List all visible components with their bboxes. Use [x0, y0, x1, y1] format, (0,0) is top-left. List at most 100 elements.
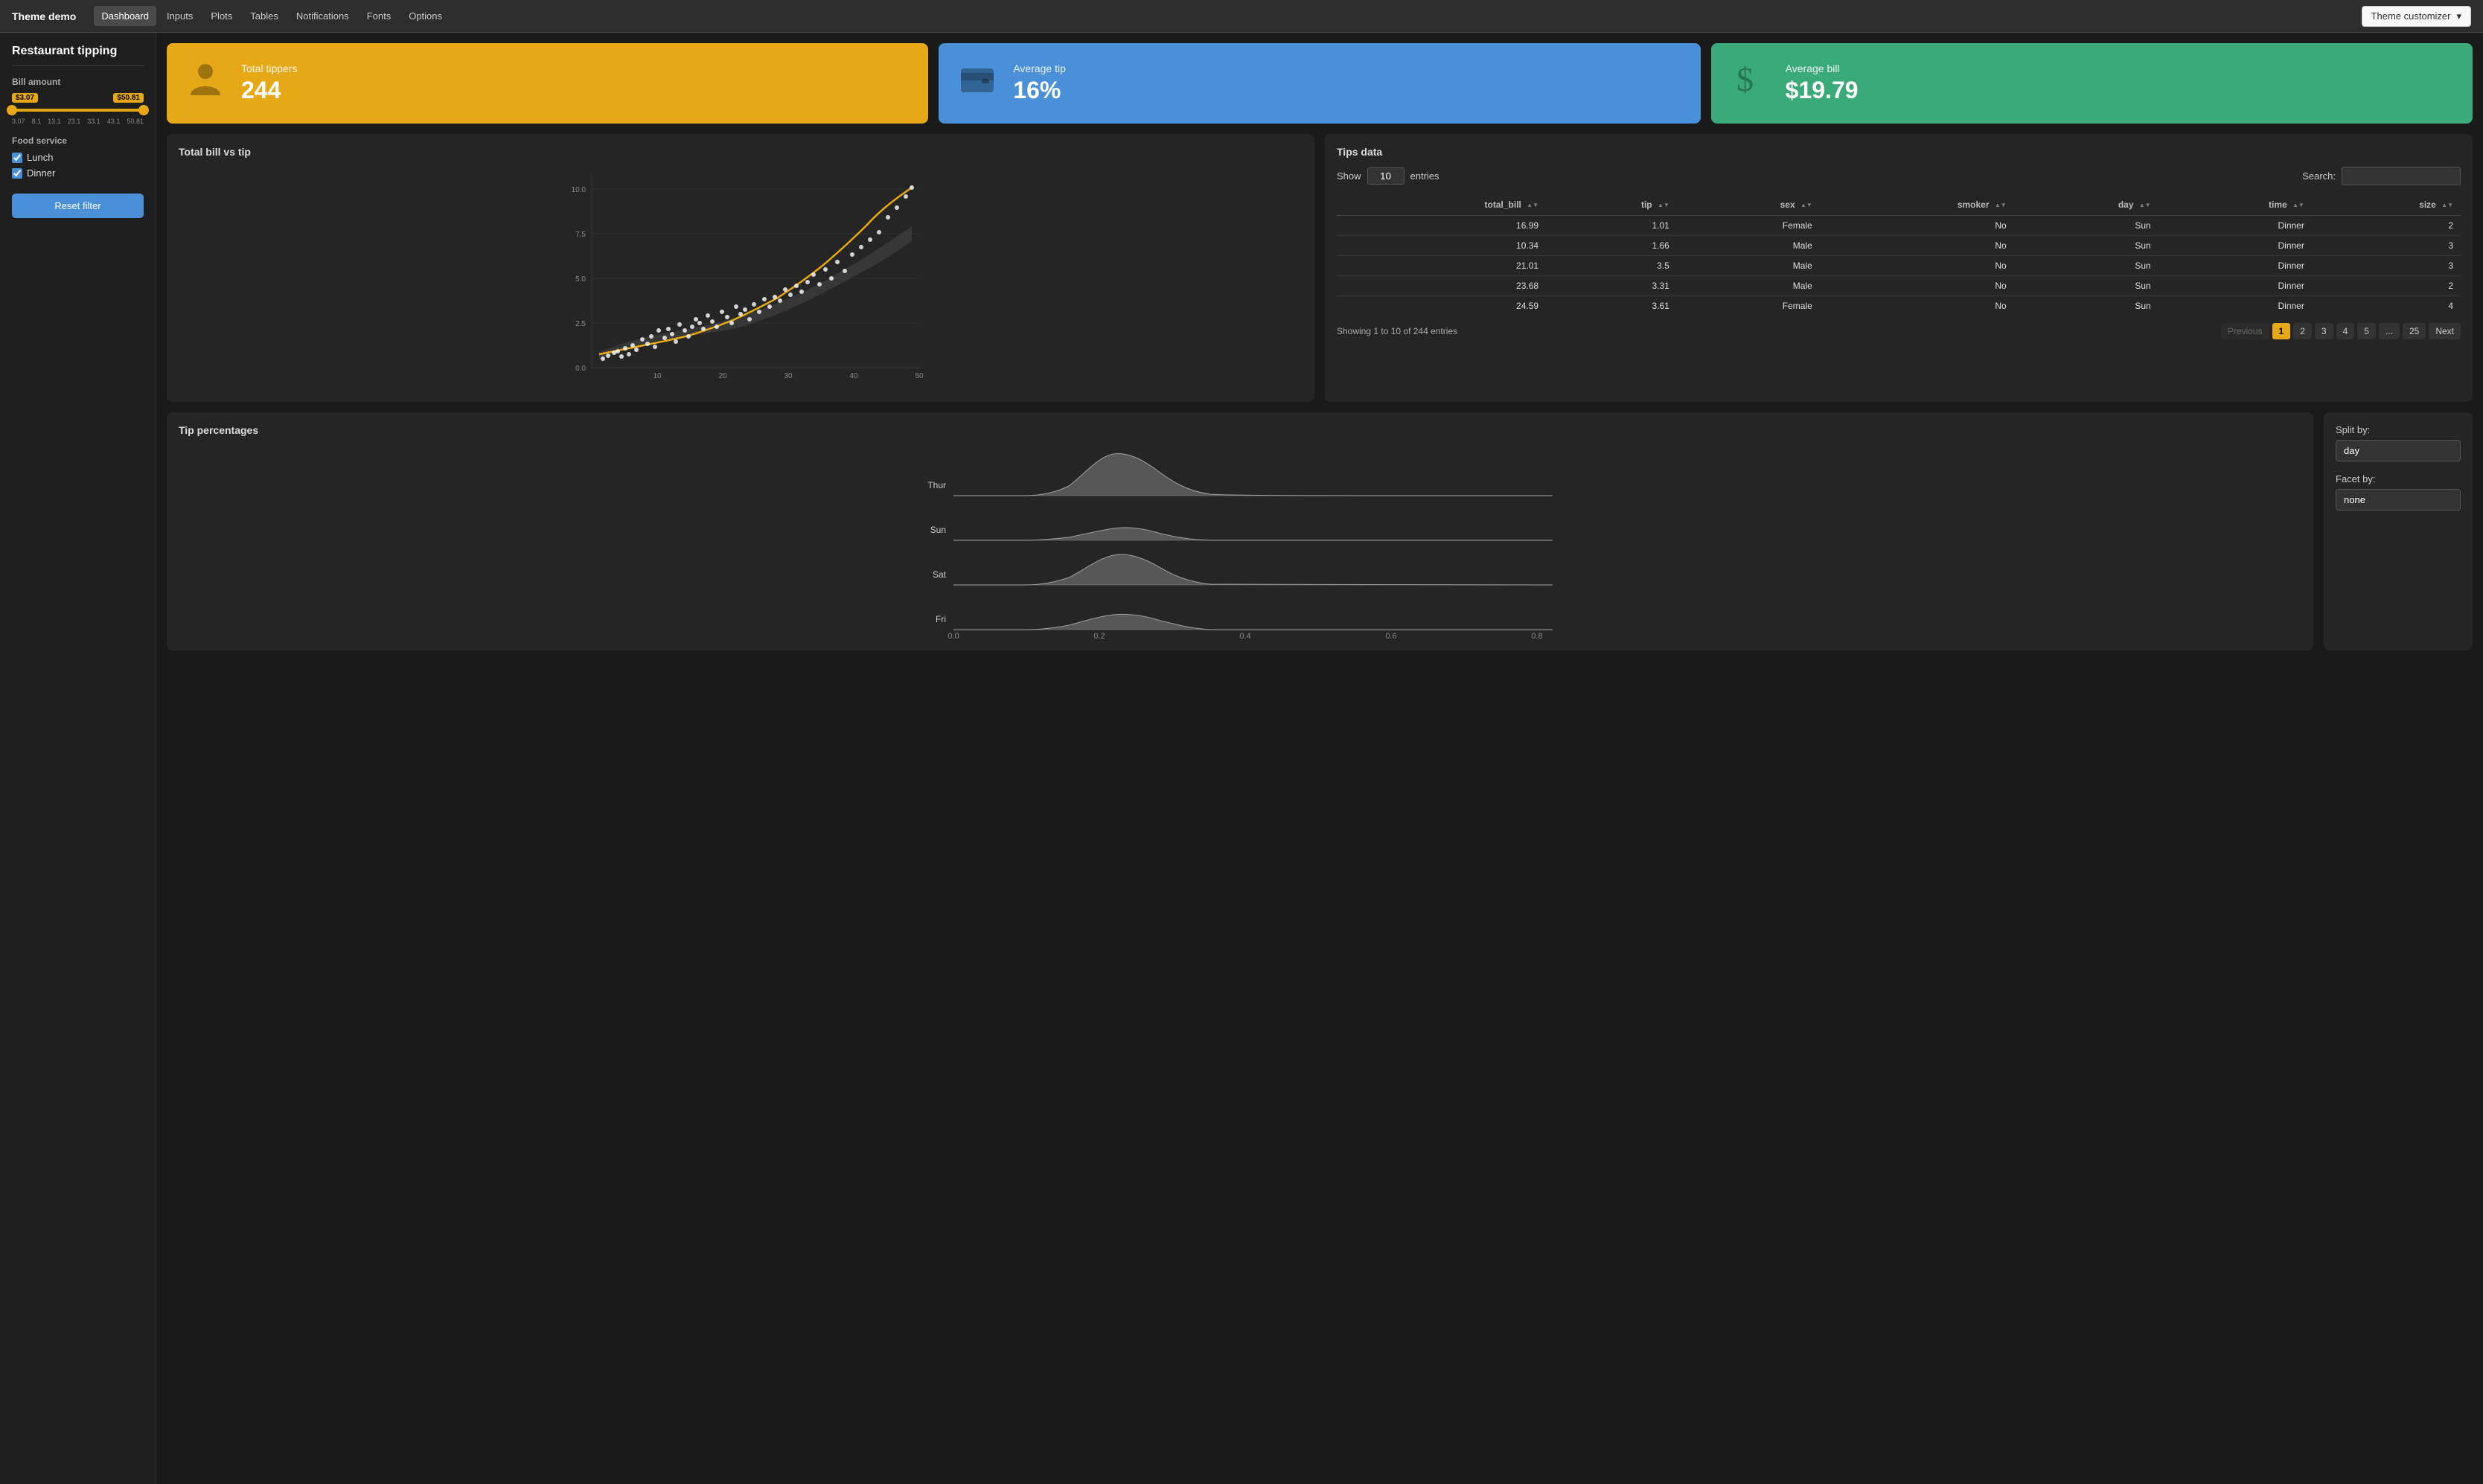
svg-text:0.0: 0.0 [575, 365, 586, 373]
svg-text:0.4: 0.4 [1239, 632, 1250, 639]
stat-cards-row: Total tippers 244 Average tip 16% [167, 43, 2473, 124]
svg-text:5.0: 5.0 [575, 275, 586, 284]
page-25[interactable]: 25 [2403, 323, 2426, 339]
nav-notifications[interactable]: Notifications [289, 6, 357, 26]
page-4[interactable]: 4 [2336, 323, 2355, 339]
range-labels: $3.07 $50.81 [12, 93, 144, 103]
reset-filter-button[interactable]: Reset filter [12, 194, 144, 218]
td-day: Sun [2014, 216, 2158, 236]
th-sex[interactable]: sex ▲▼ [1677, 194, 1820, 216]
svg-text:2.5: 2.5 [575, 320, 586, 328]
charts-row: Total bill vs tip 0.0 2.5 [167, 134, 2473, 402]
td-size: 3 [2312, 256, 2461, 276]
svg-text:40: 40 [849, 372, 858, 380]
th-day[interactable]: day ▲▼ [2014, 194, 2158, 216]
td-time: Dinner [2158, 216, 2312, 236]
lunch-label: Lunch [27, 152, 53, 163]
nav-fonts[interactable]: Fonts [359, 6, 399, 26]
td-tip: 3.61 [1546, 296, 1677, 316]
td-smoker: No [1820, 296, 2014, 316]
show-entries-input[interactable] [1367, 167, 1405, 185]
svg-text:Thur: Thur [927, 480, 946, 490]
td-day: Sun [2014, 256, 2158, 276]
th-smoker[interactable]: smoker ▲▼ [1820, 194, 2014, 216]
search-input[interactable] [2342, 167, 2461, 185]
page-5[interactable]: 5 [2357, 323, 2376, 339]
svg-text:Sun: Sun [930, 525, 946, 535]
page-1[interactable]: 1 [2272, 323, 2291, 339]
nav-plots[interactable]: Plots [203, 6, 240, 26]
range-min-badge: $3.07 [12, 93, 38, 103]
topnav: Theme demo Dashboard Inputs Plots Tables… [0, 0, 2483, 33]
facet-by-group: Facet by: none day time sex smoker [2336, 473, 2461, 511]
stat-label-avg-bill: Average bill [1786, 63, 1859, 74]
dinner-checkbox-item[interactable]: Dinner [12, 167, 144, 179]
nav-dashboard[interactable]: Dashboard [94, 6, 156, 26]
show-entries: Show entries [1337, 167, 1439, 185]
dinner-checkbox[interactable] [12, 168, 22, 179]
facet-by-select[interactable]: none day time sex smoker [2336, 489, 2461, 511]
svg-text:20: 20 [718, 372, 727, 380]
food-service-label: Food service [12, 135, 144, 146]
td-time: Dinner [2158, 236, 2312, 256]
td-size: 3 [2312, 236, 2461, 256]
td-smoker: No [1820, 216, 2014, 236]
nav-options[interactable]: Options [401, 6, 450, 26]
range-track [12, 109, 144, 112]
svg-text:0.6: 0.6 [1385, 632, 1396, 639]
stat-card-avg-bill: $ Average bill $19.79 [1711, 43, 2473, 124]
scatter-title: Total bill vs tip [179, 146, 1303, 158]
facet-by-label: Facet by: [2336, 473, 2461, 484]
sort-icon-time: ▲▼ [2292, 202, 2304, 208]
person-icon [185, 58, 226, 109]
page-next[interactable]: Next [2429, 323, 2461, 339]
main-content: Total tippers 244 Average tip 16% [156, 33, 2483, 1484]
split-by-select[interactable]: day time sex smoker [2336, 440, 2461, 461]
td-smoker: No [1820, 236, 2014, 256]
th-total-bill[interactable]: total_bill ▲▼ [1337, 194, 1546, 216]
sort-icon-tip: ▲▼ [1658, 202, 1669, 208]
ridge-panel: Tip percentages Thur Sun Sat Fri [167, 412, 2313, 650]
td-time: Dinner [2158, 276, 2312, 296]
range-thumb-right[interactable] [138, 105, 149, 115]
sort-icon-day: ▲▼ [2139, 202, 2151, 208]
stat-value-avg-bill: $19.79 [1786, 77, 1859, 103]
range-fill [12, 109, 144, 112]
svg-text:Sat: Sat [933, 569, 947, 580]
table-body: 16.99 1.01 Female No Sun Dinner 2 10.34 … [1337, 216, 2461, 316]
svg-text:0.0: 0.0 [947, 632, 959, 639]
page-previous[interactable]: Previous [2221, 323, 2269, 339]
data-table: total_bill ▲▼ tip ▲▼ sex ▲▼ smoker ▲▼ da… [1337, 194, 2461, 316]
sort-icon-total-bill: ▲▼ [1527, 202, 1538, 208]
stat-card-avg-tip: Average tip 16% [939, 43, 1700, 124]
nav-tables[interactable]: Tables [243, 6, 286, 26]
stat-label-avg-tip: Average tip [1013, 63, 1066, 74]
td-day: Sun [2014, 236, 2158, 256]
td-total-bill: 16.99 [1337, 216, 1546, 236]
sort-icon-smoker: ▲▼ [1995, 202, 2007, 208]
page-2[interactable]: 2 [2293, 323, 2312, 339]
th-tip[interactable]: tip ▲▼ [1546, 194, 1677, 216]
range-ticks: 3.07 8.1 13.1 23.1 33.1 43.1 50.81 [12, 118, 144, 125]
lunch-checkbox[interactable] [12, 153, 22, 163]
svg-text:0.2: 0.2 [1093, 632, 1105, 639]
lunch-checkbox-item[interactable]: Lunch [12, 152, 144, 163]
nav-inputs[interactable]: Inputs [159, 6, 200, 26]
page-3[interactable]: 3 [2315, 323, 2333, 339]
th-size[interactable]: size ▲▼ [2312, 194, 2461, 216]
table-row: 21.01 3.5 Male No Sun Dinner 3 [1337, 256, 2461, 276]
td-sex: Female [1677, 216, 1820, 236]
svg-text:30: 30 [784, 372, 793, 380]
td-total-bill: 10.34 [1337, 236, 1546, 256]
th-time[interactable]: time ▲▼ [2158, 194, 2312, 216]
app-title: Theme demo [12, 10, 76, 22]
stat-info-avg-bill: Average bill $19.79 [1786, 63, 1859, 103]
entries-label: entries [1410, 170, 1439, 182]
range-thumb-left[interactable] [7, 105, 17, 115]
theme-customizer-button[interactable]: Theme customizer ▾ [2362, 6, 2471, 27]
svg-text:$: $ [1736, 60, 1754, 98]
pagination: Previous 1 2 3 4 5 ... 25 Next [2221, 323, 2461, 339]
stat-label-tippers: Total tippers [241, 63, 297, 74]
td-day: Sun [2014, 276, 2158, 296]
page-ellipsis: ... [2379, 323, 2400, 339]
